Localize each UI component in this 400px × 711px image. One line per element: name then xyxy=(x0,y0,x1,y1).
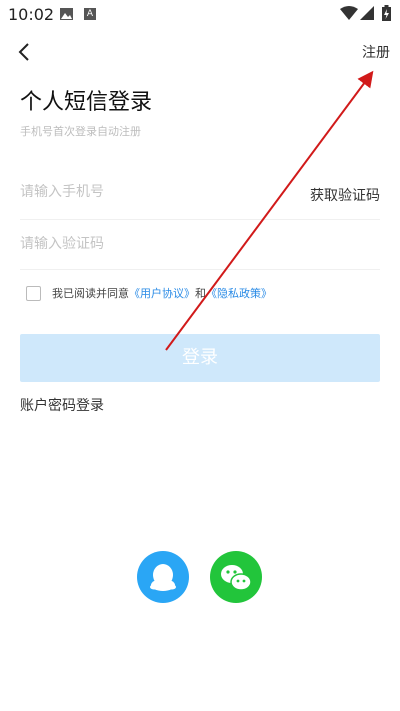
back-button[interactable] xyxy=(12,38,40,66)
qq-login-button[interactable] xyxy=(137,551,189,603)
code-input[interactable] xyxy=(20,236,320,252)
status-time: 10:02 xyxy=(8,5,55,24)
wechat-icon xyxy=(221,565,252,591)
register-link[interactable]: 注册 xyxy=(362,42,390,62)
subtitle: 手机号首次登录自动注册 xyxy=(20,125,141,138)
user-agreement-link[interactable]: 《用户协议》 xyxy=(129,285,195,301)
phone-field: 获取验证码 xyxy=(20,172,380,220)
signal-icon xyxy=(360,6,374,20)
battery-charging-icon xyxy=(382,5,391,21)
image-notification-icon xyxy=(60,8,73,20)
page-title: 个人短信登录 xyxy=(20,90,153,115)
agreement-and: 和 xyxy=(195,287,206,300)
get-code-button[interactable]: 获取验证码 xyxy=(310,185,380,205)
code-field xyxy=(20,222,380,270)
login-button[interactable]: 登录 xyxy=(20,334,380,382)
phone-input[interactable] xyxy=(20,184,280,200)
app-a-notification-icon: A xyxy=(84,8,96,20)
wifi-icon xyxy=(340,6,358,20)
agreement-checkbox[interactable] xyxy=(26,285,41,301)
password-login-link[interactable]: 账户密码登录 xyxy=(20,395,104,415)
privacy-policy-link[interactable]: 《隐私政策》 xyxy=(206,285,272,301)
qq-icon xyxy=(150,564,176,591)
chevron-left-icon xyxy=(18,43,29,61)
agreement-prefix: 我已阅读并同意 xyxy=(52,287,129,300)
agreement-row: 我已阅读并同意 《用户协议》 和 《隐私政策》 xyxy=(26,284,272,302)
status-bar: 10:02 A xyxy=(0,0,400,28)
wechat-login-button[interactable] xyxy=(210,551,262,603)
